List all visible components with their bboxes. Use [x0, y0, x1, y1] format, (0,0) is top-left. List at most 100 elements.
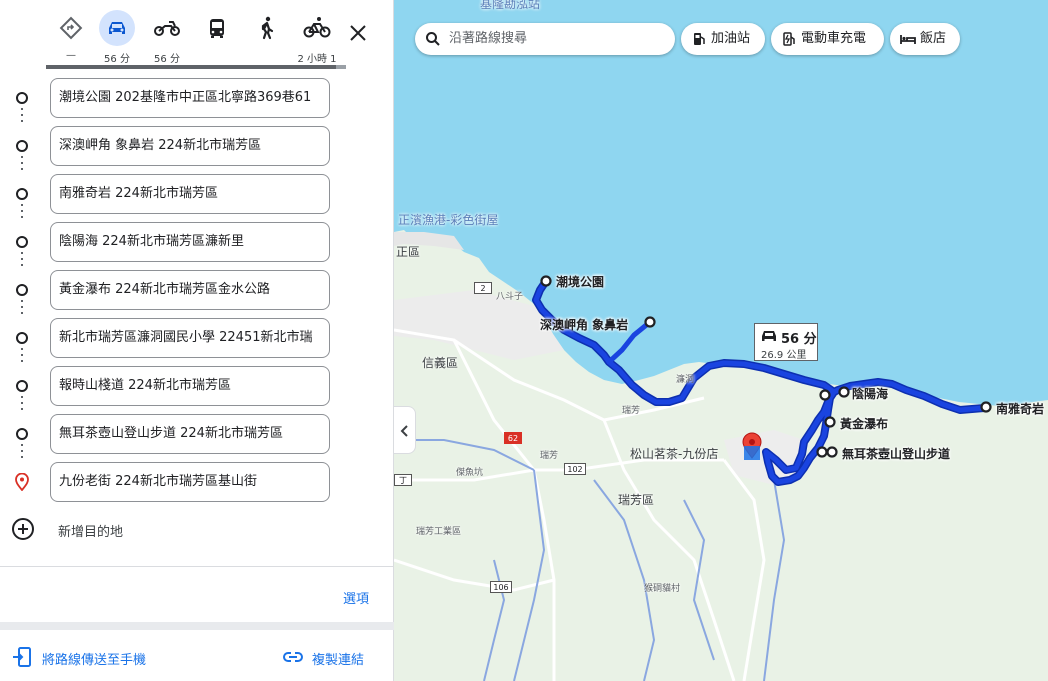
waypoint-circle-icon [16, 284, 28, 296]
stop-input[interactable]: 南雅奇岩 224新北市瑞芳區 [50, 174, 330, 214]
stop-input[interactable]: 無耳茶壺山登山步道 224新北市瑞芳區 [50, 414, 330, 454]
waypoint-circle-icon [16, 428, 28, 440]
waypoint-circle-icon [16, 332, 28, 344]
travel-mode-bar: — 56 分 56 分 2 小時 1 [46, 10, 346, 70]
place-label[interactable]: 正濱漁港-彩色街屋 [398, 211, 498, 228]
route-connector-icon [21, 204, 23, 222]
stop-row: 無耳茶壺山登山步道 224新北市瑞芳區 [0, 414, 394, 458]
stop-row: 深澳岬角 象鼻岩 224新北市瑞芳區 [0, 126, 394, 170]
directions-diamond-icon [53, 10, 89, 46]
marker-label-shenao[interactable]: 深澳岬角 象鼻岩 [540, 316, 628, 333]
stop-input[interactable]: 新北市瑞芳區濂洞國民小學 22451新北市瑞 [50, 318, 330, 358]
close-icon [350, 25, 366, 41]
bed-icon [900, 35, 916, 44]
marker-label-golden[interactable]: 黃金瀑布 [840, 415, 888, 432]
place-label: 傑魚坑 [456, 468, 484, 478]
bus-icon [199, 10, 235, 46]
divider [0, 566, 394, 567]
place-label: 瑞芳 [540, 451, 559, 461]
travel-mode-motorcycle[interactable]: 56 分 [142, 10, 192, 66]
stop-row: 九份老街 224新北市瑞芳區基山街 [0, 462, 394, 502]
options-button[interactable]: 選項 [343, 588, 369, 607]
waypoint-circle-icon [16, 380, 28, 392]
divider [0, 622, 394, 630]
destination-input[interactable]: 九份老街 224新北市瑞芳區基山街 [50, 462, 330, 502]
route-connector-icon [21, 156, 23, 174]
destination-pin-icon [15, 473, 29, 491]
marker-label-teapot[interactable]: 無耳茶壺山登山步道 [842, 445, 950, 462]
map-canvas[interactable]: 沿著路線搜尋 加油站 電動車充電 飯店 56 分 26.9 公里 潮境公園 深澳… [394, 0, 1048, 681]
place-label: 瑞芳區 [618, 493, 655, 507]
close-button[interactable] [345, 20, 371, 46]
travel-mode-driving[interactable]: 56 分 [92, 10, 142, 66]
add-destination-label: 新增目的地 [58, 525, 124, 540]
road-shield: 丁 [394, 474, 412, 486]
search-icon [426, 32, 440, 46]
stop-row: 南雅奇岩 224新北市瑞芳區 [0, 174, 394, 218]
add-destination-button[interactable]: 新增目的地 [0, 512, 394, 546]
place-label: 瑞芳 [622, 406, 641, 416]
send-to-phone-icon [13, 647, 31, 667]
route-distance: 26.9 公里 [761, 350, 807, 361]
route-connector-icon [21, 300, 23, 318]
gas-station-label: 加油站 [711, 31, 751, 46]
link-icon [283, 652, 303, 662]
route-summary-callout[interactable]: 56 分 26.9 公里 [754, 323, 818, 361]
travel-mode-driving-label: 56 分 [104, 54, 130, 65]
ev-charging-icon [783, 32, 795, 46]
motorcycle-icon [149, 10, 185, 46]
road-shield: 62 [504, 432, 522, 444]
waypoint-circle-icon [16, 92, 28, 104]
map-graphics [394, 0, 1048, 681]
travel-mode-cycling[interactable]: 2 小時 1 [292, 10, 342, 66]
add-circle-icon [12, 518, 34, 540]
gas-station-icon [694, 33, 705, 45]
waypoint-circle-icon [16, 188, 28, 200]
marker-label-yinyang[interactable]: 陰陽海 [852, 385, 888, 402]
place-label: 信義區 [422, 356, 459, 370]
travel-mode-scrollbar[interactable] [46, 65, 346, 69]
chevron-left-icon [400, 425, 408, 437]
route-connector-icon [21, 348, 23, 366]
stop-input[interactable]: 陰陽海 224新北市瑞芳區濂新里 [50, 222, 330, 262]
car-icon [99, 10, 135, 46]
stop-row: 新北市瑞芳區濂洞國民小學 22451新北市瑞 [0, 318, 394, 362]
place-label: 濂洞 [676, 375, 695, 385]
stop-input[interactable]: 深澳岬角 象鼻岩 224新北市瑞芳區 [50, 126, 330, 166]
car-icon [762, 331, 776, 341]
waypoint-circle-icon [16, 236, 28, 248]
travel-mode-scrollbar-thumb[interactable] [46, 65, 336, 69]
travel-mode-motorcycle-label: 56 分 [154, 54, 180, 65]
ev-charging-chip[interactable]: 電動車充電 [771, 23, 884, 55]
ev-charging-label: 電動車充電 [801, 31, 867, 46]
copy-link-label: 複製連結 [312, 653, 365, 668]
place-label[interactable]: 基隆勘泓站 [480, 0, 540, 12]
marker-label-chaojing[interactable]: 潮境公園 [556, 273, 604, 290]
road-shield: 102 [564, 463, 586, 475]
route-connector-icon [21, 252, 23, 270]
place-label: 猴硐貓村 [644, 584, 681, 594]
stop-row: 黃金瀑布 224新北市瑞芳區金水公路 [0, 270, 394, 314]
travel-mode-best[interactable]: — [46, 10, 96, 66]
marker-label-nanya[interactable]: 南雅奇岩 [996, 400, 1044, 417]
travel-mode-walking[interactable] [242, 10, 292, 66]
travel-mode-transit[interactable] [192, 10, 242, 66]
copy-link-button[interactable]: 複製連結 [282, 645, 382, 669]
gas-station-chip[interactable]: 加油站 [681, 23, 765, 55]
place-label: 八斗子 [496, 292, 524, 302]
route-connector-icon [21, 108, 23, 126]
stop-input[interactable]: 黃金瀑布 224新北市瑞芳區金水公路 [50, 270, 330, 310]
road-shield: 2 [474, 282, 492, 294]
route-duration: 56 分 [781, 332, 817, 347]
search-along-route-input[interactable]: 沿著路線搜尋 [415, 23, 675, 55]
directions-panel: — 56 分 56 分 2 小時 1 潮境公園 202基隆市中正區北寧路369巷… [0, 0, 394, 681]
place-label[interactable]: 松山茗茶-九份店 [630, 445, 718, 462]
collapse-panel-button[interactable] [394, 406, 416, 454]
walking-icon [249, 10, 285, 46]
stop-input[interactable]: 潮境公園 202基隆市中正區北寧路369巷61 [50, 78, 330, 118]
hotel-label: 飯店 [920, 31, 947, 46]
place-label: 正區 [396, 245, 421, 259]
hotel-chip[interactable]: 飯店 [890, 23, 960, 55]
travel-mode-best-label: — [66, 50, 76, 61]
stop-input[interactable]: 報時山棧道 224新北市瑞芳區 [50, 366, 330, 406]
